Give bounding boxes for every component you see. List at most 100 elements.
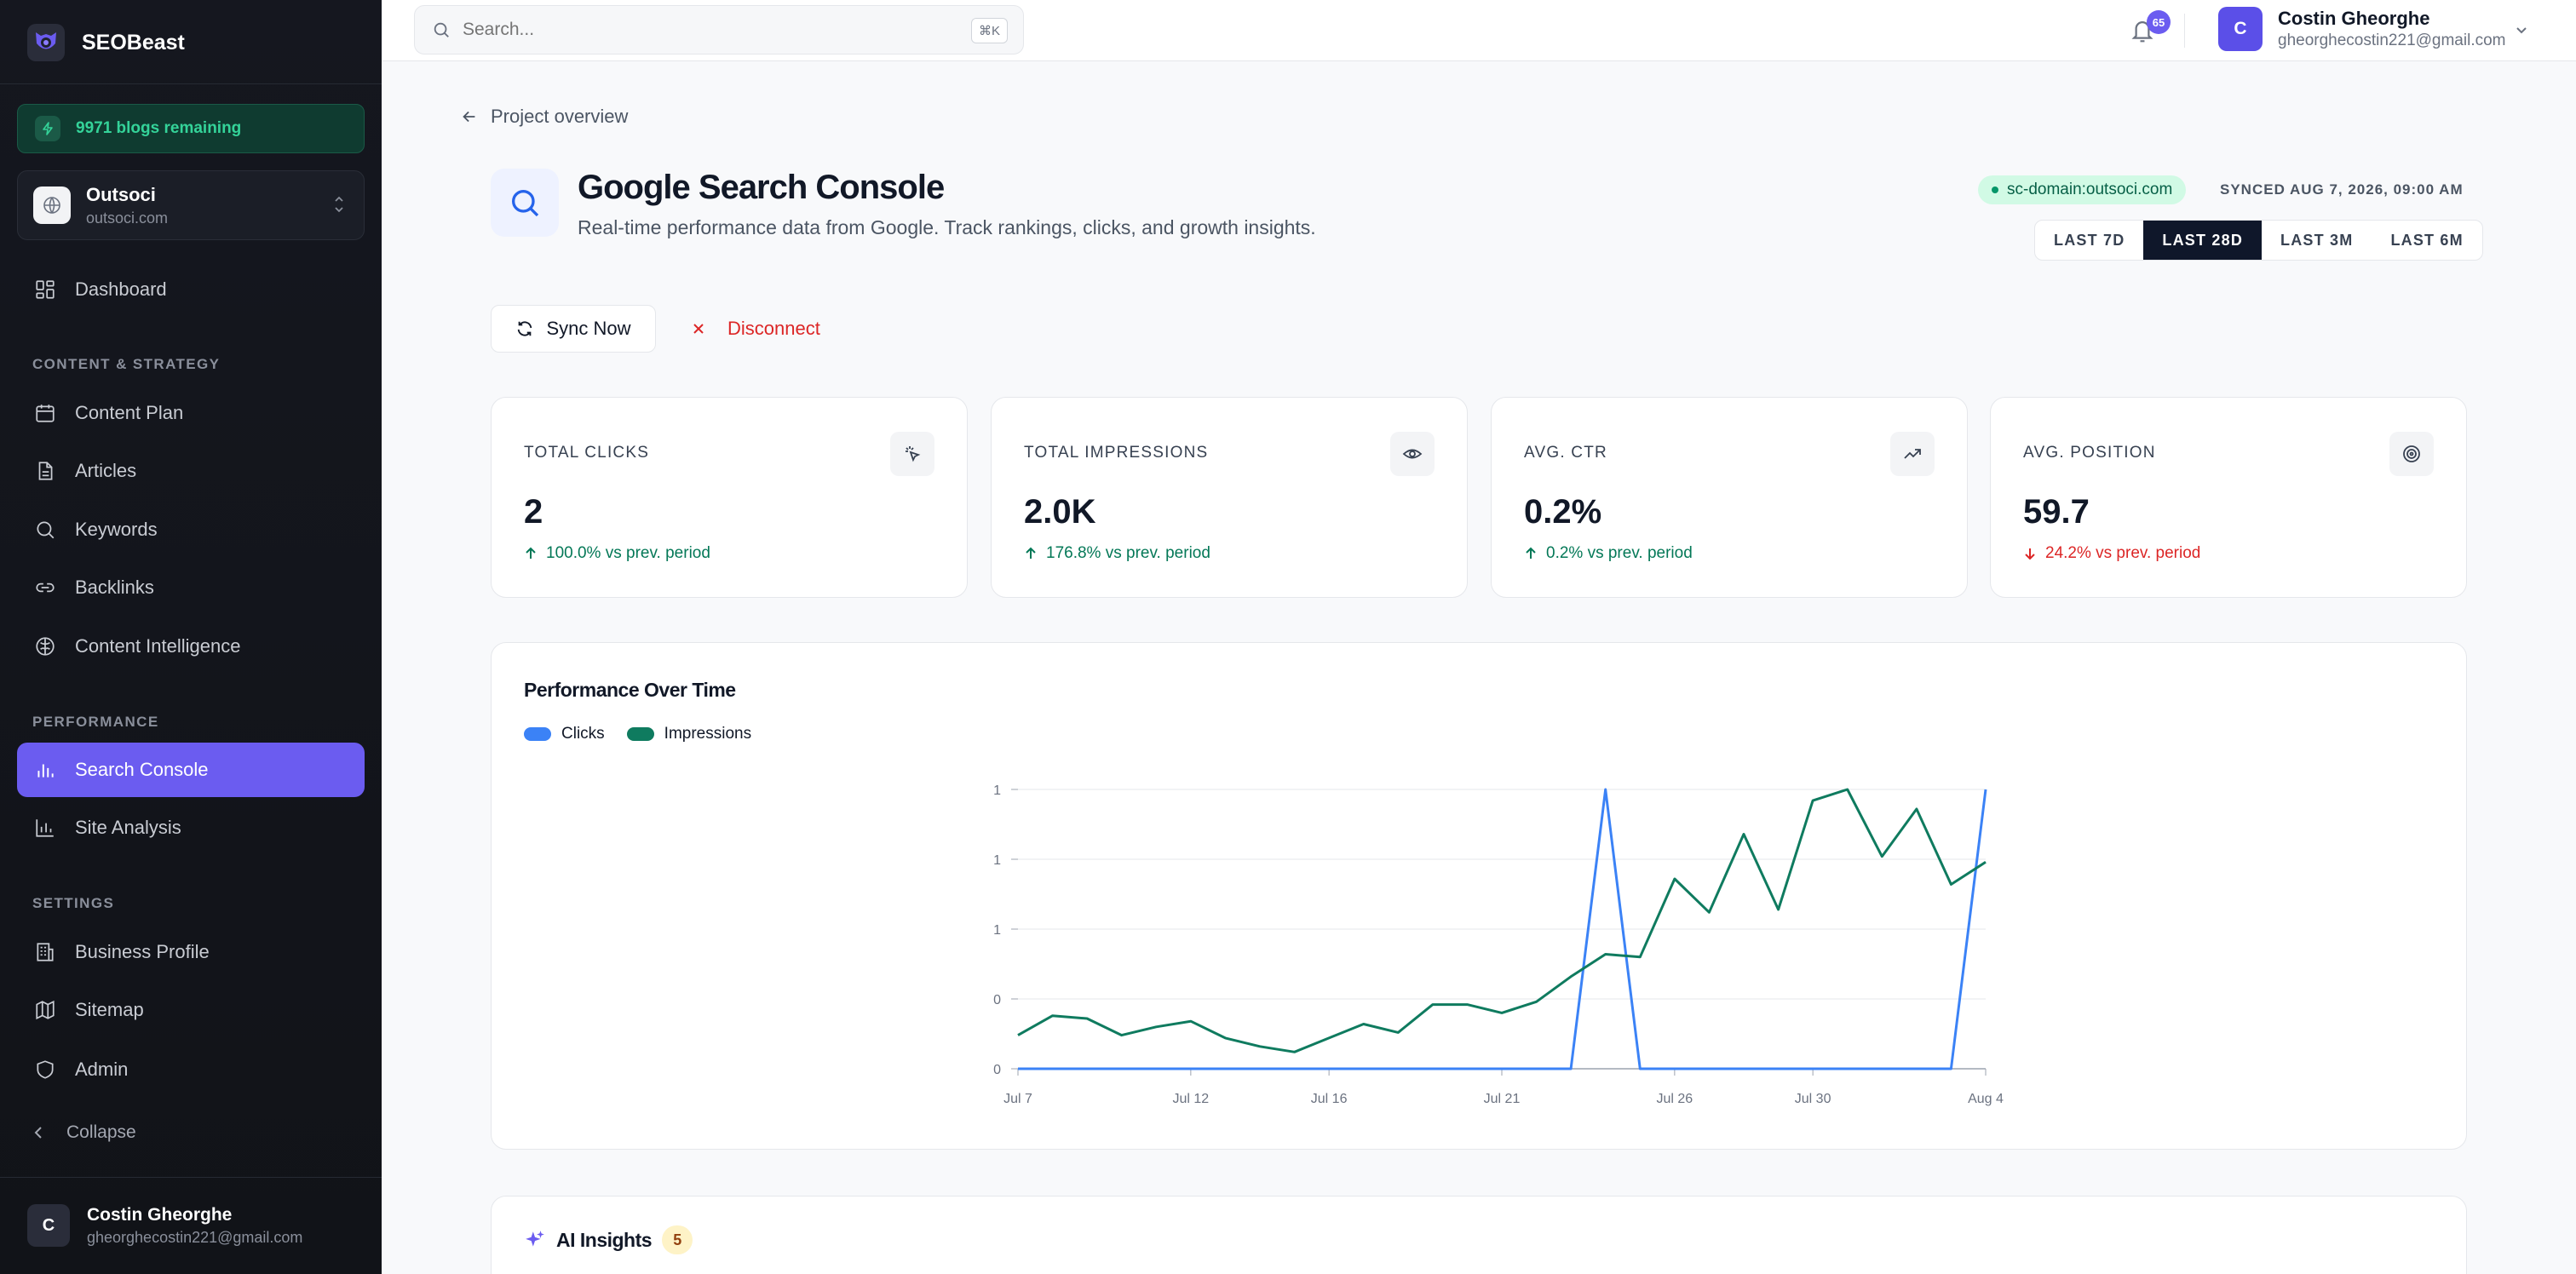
ai-insights-title: AI Insights: [556, 1228, 653, 1251]
metric-label: AVG. CTR: [1524, 444, 1607, 462]
section-performance: PERFORMANCE: [32, 714, 159, 730]
sidebar-item-content-intelligence[interactable]: Content Intelligence: [17, 619, 365, 674]
user-name: Costin Gheorghe: [2278, 8, 2430, 29]
x-tick-label: Jul 7: [1003, 1092, 1032, 1106]
metric-delta: 0.2% vs prev. period: [1524, 544, 1693, 563]
sidebar-item-content-plan[interactable]: Content Plan: [17, 386, 365, 440]
range-7d[interactable]: LAST 7D: [2035, 221, 2143, 260]
search-icon: [37, 521, 55, 539]
metric-label: TOTAL IMPRESSIONS: [1024, 444, 1209, 462]
avatar: C: [2218, 7, 2263, 51]
status-dot-icon: [1992, 187, 1998, 193]
arrow-up-icon: [1526, 547, 1536, 559]
metric-delta-text: 24.2% vs prev. period: [2045, 544, 2201, 562]
sparkles-icon: [526, 1231, 544, 1247]
domain-badge-label: sc-domain:outsoci.com: [2007, 181, 2173, 198]
collapse-label: Collapse: [66, 1122, 136, 1142]
divider: [0, 83, 382, 84]
app-name: SEOBeast: [82, 30, 185, 55]
range-28d[interactable]: LAST 28D: [2143, 221, 2263, 260]
metric-delta-text: 0.2% vs prev. period: [1546, 544, 1693, 562]
performance-card: Performance Over Time Clicks Impressions…: [491, 642, 2467, 1150]
range-3m[interactable]: LAST 3M: [2262, 221, 2372, 260]
sidebar-item-articles[interactable]: Articles: [17, 444, 365, 498]
y-tick-label: 1: [993, 783, 1001, 798]
project-switcher[interactable]: Outsoci outsoci.com: [17, 170, 365, 240]
refresh-icon: [518, 321, 532, 336]
sidebar-item-sitemap[interactable]: Sitemap: [17, 983, 365, 1037]
dashboard-icon: [36, 280, 55, 299]
range-6m[interactable]: LAST 6M: [2372, 221, 2481, 260]
divider: [0, 1177, 382, 1178]
bar-chart-icon: [37, 764, 54, 778]
user-menu[interactable]: C Costin Gheorghe gheorghecostin221@gmai…: [2218, 7, 2506, 51]
sync-status: SYNCED AUG 7, 2026, 09:00 AM: [2220, 181, 2464, 198]
search-shortcut: ⌘K: [970, 18, 1008, 43]
search-input[interactable]: [463, 20, 940, 40]
sidebar-item-admin[interactable]: Admin: [17, 1042, 365, 1097]
metric-card-total-impressions: TOTAL IMPRESSIONS 2.0K 176.8% vs prev. p…: [991, 397, 1468, 598]
domain-badge: sc-domain:outsoci.com: [1978, 175, 2187, 204]
performance-chart: 0 0 1 1 1 Jul 7 Jul 12 Jul 16 Jul 21 Jul 26 Jul 30…: [993, 783, 2004, 1106]
series-line-impressions: [1017, 788, 1987, 1053]
metric-delta: 176.8% vs prev. period: [1024, 544, 1210, 563]
y-tick-label: 1: [993, 923, 1001, 938]
sidebar-item-site-analysis[interactable]: Site Analysis: [17, 801, 365, 855]
chart-icon: [36, 819, 54, 837]
chevron-down-icon[interactable]: [2513, 22, 2530, 39]
metric-delta-text: 176.8% vs prev. period: [1046, 544, 1210, 562]
sidebar-item-label: Content Plan: [75, 402, 184, 423]
ai-insights-count: 5: [662, 1225, 693, 1254]
brain-icon: [36, 637, 55, 656]
back-link[interactable]: Project overview: [460, 106, 628, 128]
metric-delta: 100.0% vs prev. period: [524, 544, 710, 563]
project-domain: outsoci.com: [86, 209, 169, 227]
ai-insights-header[interactable]: AI Insights 5: [524, 1225, 693, 1254]
x-tick-label: Jul 26: [1657, 1092, 1693, 1106]
bolt-icon: [35, 116, 60, 141]
chevron-left-icon: [34, 1127, 42, 1139]
sidebar-item-business-profile[interactable]: Business Profile: [17, 925, 365, 979]
search-bar[interactable]: ⌘K: [414, 5, 1024, 55]
project-name: Outsoci: [86, 183, 156, 205]
y-tick-label: 1: [993, 853, 1001, 868]
metric-label: TOTAL CLICKS: [524, 444, 650, 462]
disconnect-button[interactable]: Disconnect: [690, 305, 820, 353]
trending-up-icon: [1890, 432, 1935, 476]
y-tick-label: 0: [993, 1063, 1001, 1077]
back-label: Project overview: [491, 106, 629, 127]
ai-insights-card: AI Insights 5: [491, 1196, 2467, 1274]
sidebar-user[interactable]: C Costin Gheorghe gheorghecostin221@gmai…: [27, 1204, 302, 1247]
sidebar-item-dashboard[interactable]: Dashboard: [17, 262, 365, 317]
collapse-button[interactable]: Collapse: [32, 1122, 136, 1143]
sidebar-item-label: Admin: [75, 1059, 129, 1080]
sidebar-item-keywords[interactable]: Keywords: [17, 502, 365, 557]
search-console-icon: [491, 169, 559, 237]
sidebar: SEOBeast 9971 blogs remaining Outsoci ou…: [0, 0, 382, 1274]
chevron-up-down-icon: [333, 192, 345, 221]
sidebar-item-search-console[interactable]: Search Console: [17, 743, 365, 797]
section-content-strategy: CONTENT & STRATEGY: [32, 356, 221, 372]
metric-card-avg-ctr: AVG. CTR 0.2% 0.2% vs prev. period: [1491, 397, 1968, 598]
sidebar-item-label: Backlinks: [75, 577, 154, 598]
date-range-selector: LAST 7D LAST 28D LAST 3M LAST 6M: [2034, 220, 2483, 261]
sidebar-item-backlinks[interactable]: Backlinks: [17, 560, 365, 615]
arrow-left-icon: [463, 111, 475, 123]
sidebar-item-label: Keywords: [75, 519, 158, 540]
sidebar-item-label: Search Console: [75, 759, 209, 780]
cursor-click-icon: [890, 432, 934, 476]
sync-now-button[interactable]: Sync Now: [491, 305, 656, 353]
page-title: Google Search Console: [578, 169, 945, 206]
shield-icon: [37, 1060, 54, 1079]
x-tick-label: Jul 16: [1311, 1092, 1348, 1106]
metric-value: 2.0K: [1024, 493, 1096, 531]
credits-banner[interactable]: 9971 blogs remaining: [17, 104, 365, 153]
arrow-down-icon: [2025, 548, 2035, 560]
brand[interactable]: SEOBeast: [27, 24, 185, 61]
topbar: ⌘K 65 C Costin Gheorghe gheorghecostin22…: [382, 0, 2576, 61]
metric-card-avg-position: AVG. POSITION 59.7 24.2% vs prev. period: [1990, 397, 2467, 598]
page-subtitle: Real-time performance data from Google. …: [578, 216, 1316, 238]
logo-icon: [27, 24, 65, 61]
section-settings: SETTINGS: [32, 895, 115, 911]
x-tick-label: Jul 30: [1795, 1092, 1831, 1106]
